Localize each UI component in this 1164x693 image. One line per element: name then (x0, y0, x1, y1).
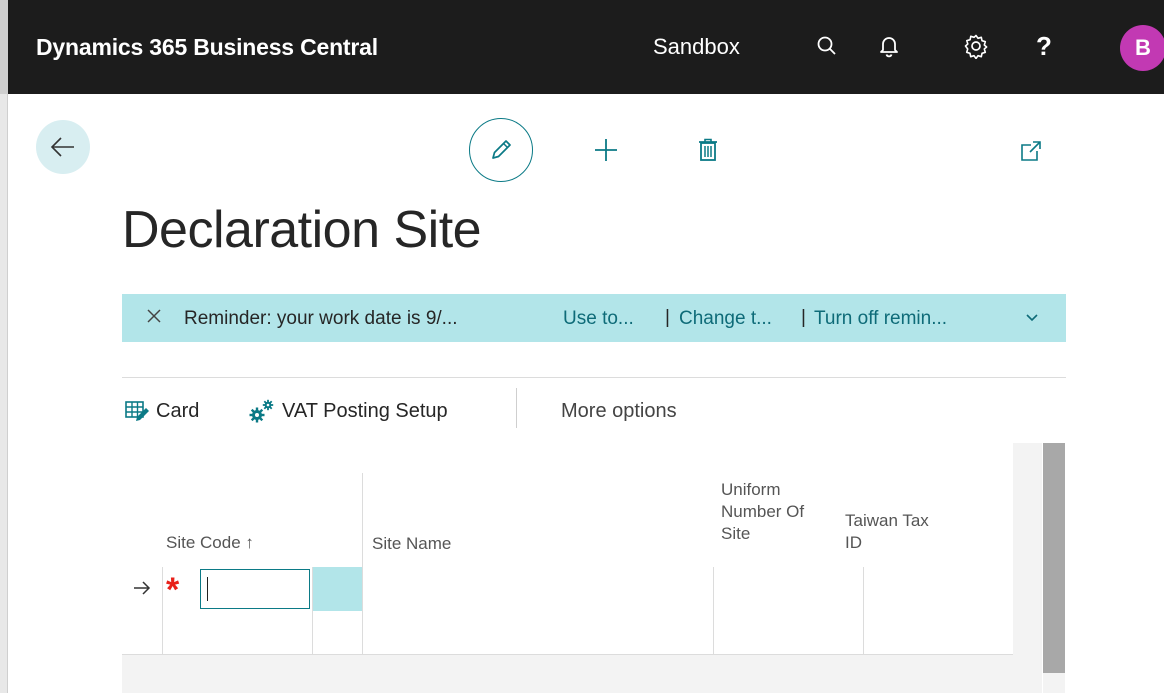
trash-icon (699, 138, 717, 161)
left-window-edge (0, 94, 8, 693)
header-line: Taiwan Tax (845, 511, 929, 530)
table-row[interactable]: * (122, 567, 1013, 611)
plus-icon (595, 139, 617, 161)
column-header-taiwan-tax-id[interactable]: Taiwan Tax ID (845, 510, 929, 554)
column-header-site-code[interactable]: Site Code ↑ (166, 532, 254, 554)
close-icon[interactable] (143, 305, 165, 327)
gear-icon[interactable] (960, 30, 992, 62)
data-grid: Site Code ↑ Site Name Uniform Number Of … (122, 443, 1042, 693)
card-edit-icon (125, 401, 149, 421)
text-cursor (207, 577, 208, 601)
column-divider (362, 567, 363, 654)
divider (122, 377, 1066, 378)
column-divider (863, 567, 864, 654)
header-line: Uniform (721, 480, 781, 499)
page-title: Declaration Site (122, 201, 482, 259)
pencil-icon (492, 140, 511, 159)
edit-button[interactable] (469, 118, 533, 182)
selected-cell-highlight (312, 567, 362, 611)
arrow-right-icon (134, 581, 151, 595)
use-today-link[interactable]: Use to... (563, 308, 634, 330)
column-divider (713, 567, 714, 654)
column-divider (312, 567, 313, 654)
setup-gears-icon (249, 399, 274, 423)
environment-name[interactable]: Sandbox (653, 34, 740, 60)
chevron-down-icon[interactable] (1024, 310, 1040, 326)
new-button[interactable] (586, 130, 626, 170)
vat-posting-setup-label: VAT Posting Setup (282, 399, 448, 422)
user-avatar[interactable]: B (1120, 25, 1164, 71)
table-row[interactable] (122, 611, 1013, 655)
header-line: ID (845, 533, 862, 552)
back-button[interactable] (36, 120, 90, 174)
bell-icon[interactable] (873, 30, 905, 62)
card-action[interactable]: Card (124, 395, 199, 427)
reminder-separator: | (665, 307, 670, 328)
column-divider (362, 473, 363, 567)
column-header-site-name[interactable]: Site Name (372, 533, 451, 555)
open-new-window-button[interactable] (1015, 136, 1047, 166)
change-work-date-link[interactable]: Change t... (679, 308, 772, 330)
card-action-label: Card (156, 399, 200, 422)
header-line: Number Of (721, 502, 805, 521)
header-line: Site (721, 524, 751, 543)
grid-header: Site Code ↑ Site Name Uniform Number Of … (122, 443, 1013, 567)
help-icon[interactable]: ? (1028, 30, 1060, 62)
scrollbar-track[interactable] (1043, 673, 1065, 693)
reminder-message: Reminder: your work date is 9/... (184, 308, 458, 329)
more-options-button[interactable]: More options (561, 395, 677, 427)
column-divider (162, 567, 163, 654)
vertical-scrollbar[interactable] (1043, 443, 1065, 673)
reminder-separator: | (801, 307, 806, 328)
reminder-bar: Reminder: your work date is 9/... Use to… (122, 294, 1066, 342)
column-header-uniform-number[interactable]: Uniform Number Of Site (721, 479, 804, 545)
app-brand[interactable]: Dynamics 365 Business Central (36, 34, 378, 61)
required-marker: * (166, 571, 180, 609)
vat-posting-setup-action[interactable]: VAT Posting Setup (248, 395, 448, 427)
top-bar: Dynamics 365 Business Central Sandbox ? … (0, 0, 1164, 94)
delete-button[interactable] (688, 130, 728, 170)
search-icon[interactable] (811, 30, 843, 62)
turn-off-reminder-link[interactable]: Turn off remin... (814, 308, 947, 330)
row-divider (122, 654, 1013, 655)
popout-icon (1021, 141, 1041, 161)
action-separator (516, 388, 517, 428)
arrow-left-icon (50, 137, 74, 157)
site-code-input[interactable] (200, 569, 310, 609)
